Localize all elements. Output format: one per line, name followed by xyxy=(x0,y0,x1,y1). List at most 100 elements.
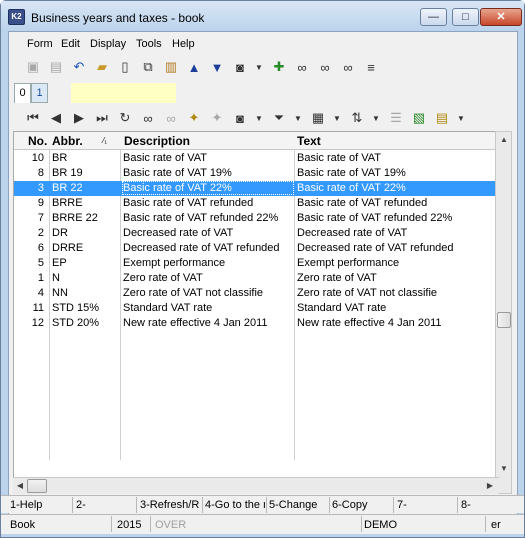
group-icon[interactable]: ☰ xyxy=(386,108,406,128)
cell-no[interactable]: 1 xyxy=(38,272,44,284)
col-header-no[interactable]: No. xyxy=(28,134,47,148)
cell-description[interactable]: Basic rate of VAT 19% xyxy=(123,167,293,179)
table-row[interactable]: 2 DR Decreased rate of VAT Decreased rate o… xyxy=(14,226,499,241)
menu-edit[interactable]: Edit xyxy=(61,38,80,50)
cell-description[interactable]: Basic rate of VAT refunded 22% xyxy=(123,212,293,224)
menu-form[interactable]: Form xyxy=(27,38,53,50)
cell-no[interactable]: 12 xyxy=(32,317,44,329)
save-all-icon[interactable]: ▤ xyxy=(46,57,66,77)
cell-abbr[interactable]: BR xyxy=(52,152,118,164)
cell-no[interactable]: 6 xyxy=(38,242,44,254)
cell-text[interactable]: Basic rate of VAT refunded 22% xyxy=(297,212,497,224)
horizontal-scrollbar[interactable]: ◀ ▶ xyxy=(13,477,499,494)
table-row[interactable]: 4 NN Zero rate of VAT not classifie Zero ra… xyxy=(14,286,499,301)
add-disabled-icon[interactable]: ✦ xyxy=(207,108,227,128)
table-row[interactable]: 6 DRRE Decreased rate of VAT refunded Decre… xyxy=(14,241,499,256)
cell-no[interactable]: 8 xyxy=(38,167,44,179)
cell-text[interactable]: Decreased rate of VAT xyxy=(297,227,497,239)
sort-icon[interactable]: ⇅ xyxy=(347,108,367,128)
cell-text[interactable]: Basic rate of VAT 19% xyxy=(297,167,497,179)
cell-description[interactable]: Exempt performance xyxy=(123,257,293,269)
cell-text[interactable]: New rate effective 4 Jan 2011 xyxy=(297,317,497,329)
first-record-icon[interactable]: ⏮ xyxy=(23,108,43,128)
fkey-5-change[interactable]: 5-Change xyxy=(269,499,327,511)
menu-display[interactable]: Display xyxy=(90,38,126,50)
arrow-up-icon[interactable]: ▲ xyxy=(184,57,204,77)
fkey-2[interactable]: 2- xyxy=(76,499,134,511)
cell-abbr[interactable]: N xyxy=(52,272,118,284)
cell-text[interactable]: Basic rate of VAT 22% xyxy=(297,182,497,194)
binoculars-icon[interactable]: ∞ xyxy=(292,57,312,77)
new-document-icon[interactable]: ▯ xyxy=(115,57,135,77)
fkey-1-help[interactable]: 1-Help xyxy=(10,499,72,511)
cell-abbr[interactable]: BRRE xyxy=(52,197,118,209)
table-row[interactable]: 3 BR 22 Basic rate of VAT 22% Basic rate of… xyxy=(14,181,499,196)
cell-abbr[interactable]: BR 19 xyxy=(52,167,118,179)
columns-dropdown-icon[interactable]: ▼ xyxy=(331,108,343,128)
camera-dropdown-icon[interactable]: ▼ xyxy=(253,108,265,128)
col-header-description[interactable]: Description xyxy=(124,134,190,148)
table-row[interactable]: 10 BR Basic rate of VAT Basic rate of VAT xyxy=(14,151,499,166)
fkey-6-copy[interactable]: 6-Copy xyxy=(332,499,390,511)
table-row[interactable]: 11 STD 15% Standard VAT rate Standard VAT r… xyxy=(14,301,499,316)
cell-abbr[interactable]: EP xyxy=(52,257,118,269)
cell-description[interactable]: Zero rate of VAT xyxy=(123,272,293,284)
filter-icon[interactable]: ⏷ xyxy=(269,108,289,128)
cell-description[interactable]: Basic rate of VAT xyxy=(123,152,293,164)
cell-text[interactable]: Zero rate of VAT not classifie xyxy=(297,287,497,299)
binoculars-next-icon[interactable]: ∞ xyxy=(338,57,358,77)
scroll-right-icon[interactable]: ▶ xyxy=(483,478,497,493)
cell-abbr[interactable]: STD 15% xyxy=(52,302,118,314)
book-icon[interactable]: ▥ xyxy=(161,57,181,77)
cell-no[interactable]: 7 xyxy=(38,212,44,224)
vertical-scrollbar[interactable]: ▲ ▼ xyxy=(495,131,512,494)
table-row[interactable]: 9 BRRE Basic rate of VAT refunded Basic rat… xyxy=(14,196,499,211)
cell-no[interactable]: 2 xyxy=(38,227,44,239)
cell-no[interactable]: 9 xyxy=(38,197,44,209)
report-icon[interactable]: ▤ xyxy=(432,108,452,128)
save-icon[interactable]: ▣ xyxy=(23,57,43,77)
cell-abbr[interactable]: NN xyxy=(52,287,118,299)
cell-description[interactable]: Basic rate of VAT refunded xyxy=(123,197,293,209)
cell-abbr[interactable]: BR 22 xyxy=(52,182,118,194)
tab-1[interactable]: 1 xyxy=(31,83,48,103)
menu-lines-icon[interactable]: ≡ xyxy=(361,57,381,77)
cell-abbr[interactable]: STD 20% xyxy=(52,317,118,329)
cell-description[interactable]: Decreased rate of VAT refunded xyxy=(123,242,293,254)
cell-text[interactable]: Exempt performance xyxy=(297,257,497,269)
fkey-7[interactable]: 7- xyxy=(397,499,453,511)
cell-no[interactable]: 3 xyxy=(38,182,44,194)
prev-record-icon[interactable]: ◀ xyxy=(46,108,66,128)
app-icon[interactable]: K2 xyxy=(8,9,25,25)
cell-no[interactable]: 10 xyxy=(32,152,44,164)
title-bar[interactable]: K2 Business years and taxes - book — □ ✕ xyxy=(1,1,524,31)
binoculars-disabled-icon[interactable]: ∞ xyxy=(161,108,181,128)
cell-abbr[interactable]: BRRE 22 xyxy=(52,212,118,224)
tab-0[interactable]: 0 xyxy=(14,83,31,103)
cell-description[interactable]: Standard VAT rate xyxy=(123,302,293,314)
cell-text[interactable]: Standard VAT rate xyxy=(297,302,497,314)
cell-abbr[interactable]: DR xyxy=(52,227,118,239)
cell-description[interactable]: New rate effective 4 Jan 2011 xyxy=(123,317,293,329)
next-record-icon[interactable]: ▶ xyxy=(69,108,89,128)
cell-text[interactable]: Basic rate of VAT refunded xyxy=(297,197,497,209)
arrow-down-icon[interactable]: ▼ xyxy=(207,57,227,77)
undo-icon[interactable]: ↶ xyxy=(69,57,89,77)
dropdown-icon[interactable]: ▼ xyxy=(253,57,265,77)
cell-text[interactable]: Basic rate of VAT xyxy=(297,152,497,164)
camera-icon[interactable]: ◙ xyxy=(230,57,250,77)
binoculars-filter-icon[interactable]: ∞ xyxy=(315,57,335,77)
table-row[interactable]: 8 BR 19 Basic rate of VAT 19% Basic rate of… xyxy=(14,166,499,181)
cell-description[interactable]: Basic rate of VAT 22% xyxy=(122,181,294,195)
add-record-icon[interactable]: ✚ xyxy=(269,57,289,77)
columns-icon[interactable]: ▦ xyxy=(308,108,328,128)
col-header-abbr[interactable]: Abbr. xyxy=(52,134,83,148)
cell-no[interactable]: 4 xyxy=(38,287,44,299)
camera-icon[interactable]: ◙ xyxy=(230,108,250,128)
binoculars-icon[interactable]: ∞ xyxy=(138,108,158,128)
report-dropdown-icon[interactable]: ▼ xyxy=(455,108,467,128)
cell-no[interactable]: 5 xyxy=(38,257,44,269)
cell-abbr[interactable]: DRRE xyxy=(52,242,118,254)
menu-tools[interactable]: Tools xyxy=(136,38,162,50)
scroll-left-icon[interactable]: ◀ xyxy=(13,478,27,493)
